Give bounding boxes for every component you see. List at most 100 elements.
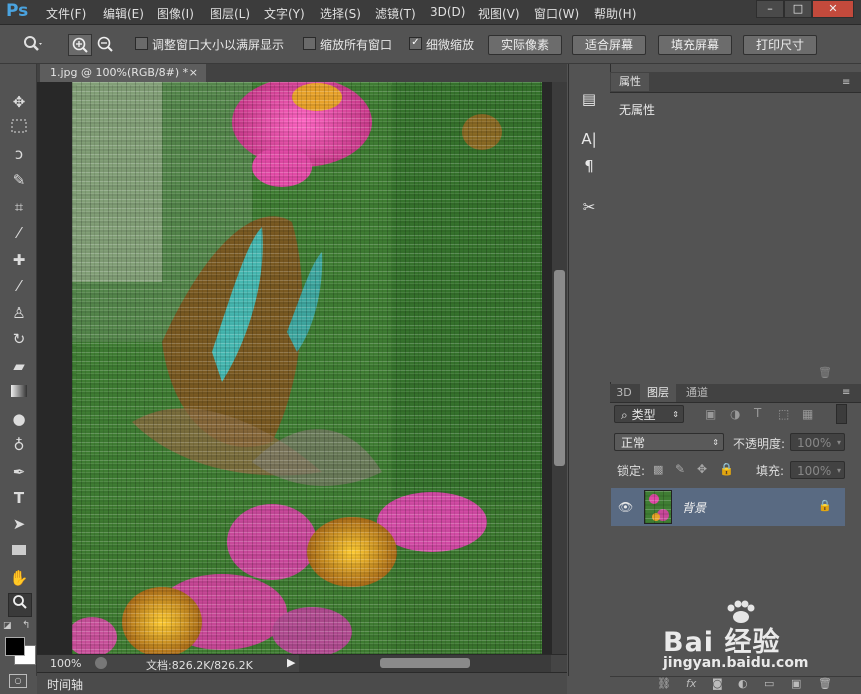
fill-screen-button[interactable]: 填充屏幕: [658, 35, 732, 55]
marquee-tool-icon[interactable]: [8, 117, 30, 139]
filter-adjustment-icon[interactable]: ◑: [730, 407, 740, 421]
blur-tool-icon[interactable]: ●: [8, 408, 30, 430]
properties-tab[interactable]: 属性: [611, 73, 649, 91]
lock-label: 锁定:: [617, 464, 646, 478]
foreground-color-swatch[interactable]: [5, 637, 25, 656]
zoom-all-windows-checkbox[interactable]: [303, 37, 316, 50]
resize-windows-checkbox[interactable]: [135, 37, 148, 50]
history-brush-tool-icon[interactable]: ↻: [8, 328, 30, 350]
layer-thumbnail: [644, 490, 672, 524]
tool-presets-icon[interactable]: ✂: [578, 196, 600, 218]
menu-window[interactable]: 窗口(W): [534, 5, 579, 22]
lock-all-icon[interactable]: 🔒: [719, 462, 734, 476]
quick-mask-icon[interactable]: ○: [9, 674, 27, 688]
layer-filter-kind-select[interactable]: ⌕ 类型 ⇕: [614, 405, 684, 423]
menu-layer[interactable]: 图层(L): [210, 5, 250, 22]
layer-name[interactable]: 背景: [682, 499, 706, 516]
menu-image[interactable]: 图像(I): [157, 5, 194, 22]
brush-tool-icon[interactable]: ⁄: [8, 275, 30, 297]
menu-select[interactable]: 选择(S): [320, 5, 361, 22]
swap-colors-icon[interactable]: ↰: [22, 620, 30, 631]
zoom-out-icon[interactable]: [94, 34, 116, 54]
tab-3d[interactable]: 3D: [612, 384, 636, 402]
crop-tool-icon[interactable]: ⌗: [8, 196, 30, 218]
close-button[interactable]: ✕: [812, 0, 854, 18]
menu-filter[interactable]: 滤镜(T): [375, 5, 416, 22]
fit-screen-button[interactable]: 适合屏幕: [572, 35, 646, 55]
eraser-tool-icon[interactable]: ▰: [8, 355, 30, 377]
filter-smartobject-icon[interactable]: ▦: [802, 407, 813, 421]
menu-edit[interactable]: 编辑(E): [103, 5, 144, 22]
history-panel-icon[interactable]: ▤: [578, 88, 600, 110]
restore-button[interactable]: □: [784, 0, 812, 18]
character-panel-icon[interactable]: A|: [578, 128, 600, 150]
quick-select-tool-icon[interactable]: ✎: [8, 169, 30, 191]
layer-lock-icon: 🔒: [818, 499, 832, 512]
eyedropper-tool-icon[interactable]: ⁄: [8, 222, 30, 244]
lock-transparent-icon[interactable]: ▩: [653, 463, 663, 476]
menu-type[interactable]: 文字(Y): [264, 5, 305, 22]
lasso-tool-icon[interactable]: ↄ: [8, 143, 30, 165]
fill-value: 100%: [797, 464, 832, 478]
timeline-label[interactable]: 时间轴: [47, 676, 83, 693]
rectangle-tool-icon[interactable]: [8, 540, 30, 562]
timeline-bar: 时间轴: [37, 672, 567, 694]
layers-panel-menu-icon[interactable]: ≡: [842, 387, 850, 398]
tab-layers[interactable]: 图层: [640, 384, 676, 402]
chevron-updown-icon: ⇕: [672, 410, 679, 419]
tab-channels[interactable]: 通道: [680, 384, 714, 402]
filter-toggle-switch[interactable]: [836, 404, 847, 424]
search-icon: ⌕: [621, 408, 628, 422]
zoom-in-icon[interactable]: [68, 34, 92, 56]
print-size-button[interactable]: 打印尺寸: [743, 35, 817, 55]
move-tool-icon[interactable]: ✥: [8, 91, 30, 113]
opacity-label: 不透明度:: [733, 437, 786, 451]
document-tab-close-icon[interactable]: ×: [189, 64, 198, 82]
zoom-level[interactable]: 100%: [50, 657, 81, 670]
document-tab[interactable]: 1.jpg @ 100%(RGB/8#) * ×: [40, 64, 206, 82]
minimize-button[interactable]: –: [756, 0, 784, 18]
status-menu-arrow-icon[interactable]: ▶: [287, 656, 295, 669]
properties-delete-icon[interactable]: 🗑: [818, 366, 832, 379]
app-logo: Ps: [6, 1, 29, 21]
chevron-updown-icon: ⇕: [712, 438, 719, 447]
lock-paint-icon[interactable]: ✎: [675, 462, 685, 476]
fill-input[interactable]: 100% ▾: [790, 461, 845, 479]
scrubby-zoom-label: 细微缩放: [426, 38, 475, 52]
horizontal-scrollbar-thumb[interactable]: [380, 658, 470, 668]
eye-icon[interactable]: 👁: [618, 500, 633, 514]
menu-file[interactable]: 文件(F): [46, 5, 86, 22]
scrubby-zoom-checkbox[interactable]: ✓: [409, 37, 422, 50]
watermark: Bai 经验 jingyan.baidu.com: [655, 598, 855, 688]
actual-pixels-button[interactable]: 实际像素: [488, 35, 562, 55]
opacity-value: 100%: [797, 436, 832, 450]
gradient-tool-icon[interactable]: [8, 381, 30, 403]
hand-tool-icon[interactable]: ✋: [8, 567, 30, 589]
zoom-all-windows-label: 缩放所有窗口: [320, 38, 393, 52]
vertical-scrollbar-thumb[interactable]: [554, 270, 565, 466]
zoom-tool-preset-icon[interactable]: [22, 34, 44, 54]
zoom-tool-icon[interactable]: [8, 593, 32, 617]
menu-help[interactable]: 帮助(H): [594, 5, 636, 22]
properties-panel-menu-icon[interactable]: ≡: [842, 77, 850, 88]
blend-mode-select[interactable]: 正常 ⇕: [614, 433, 724, 451]
path-selection-tool-icon[interactable]: ➤: [8, 513, 30, 535]
filter-pixel-icon[interactable]: ▣: [705, 407, 716, 421]
filter-type-icon[interactable]: T: [754, 406, 761, 420]
chevron-down-icon: ▾: [836, 466, 841, 475]
lock-position-icon[interactable]: ✥: [697, 462, 707, 476]
opacity-input[interactable]: 100% ▾: [790, 433, 845, 451]
document-image[interactable]: [72, 82, 542, 654]
type-tool-icon[interactable]: T: [8, 487, 30, 509]
clone-stamp-tool-icon[interactable]: ♙: [8, 302, 30, 324]
paragraph-panel-icon[interactable]: ¶: [578, 155, 600, 177]
menu-view[interactable]: 视图(V): [478, 5, 520, 22]
watermark-brand: Bai 经验: [663, 627, 781, 658]
healing-brush-tool-icon[interactable]: ✚: [8, 249, 30, 271]
dodge-tool-icon[interactable]: ♁: [8, 434, 30, 456]
filter-shape-icon[interactable]: ⬚: [778, 407, 789, 421]
pen-tool-icon[interactable]: ✒: [8, 461, 30, 483]
status-info-icon[interactable]: [95, 657, 107, 669]
menu-3d[interactable]: 3D(D): [430, 5, 465, 19]
default-colors-icon[interactable]: ◪: [3, 621, 12, 631]
